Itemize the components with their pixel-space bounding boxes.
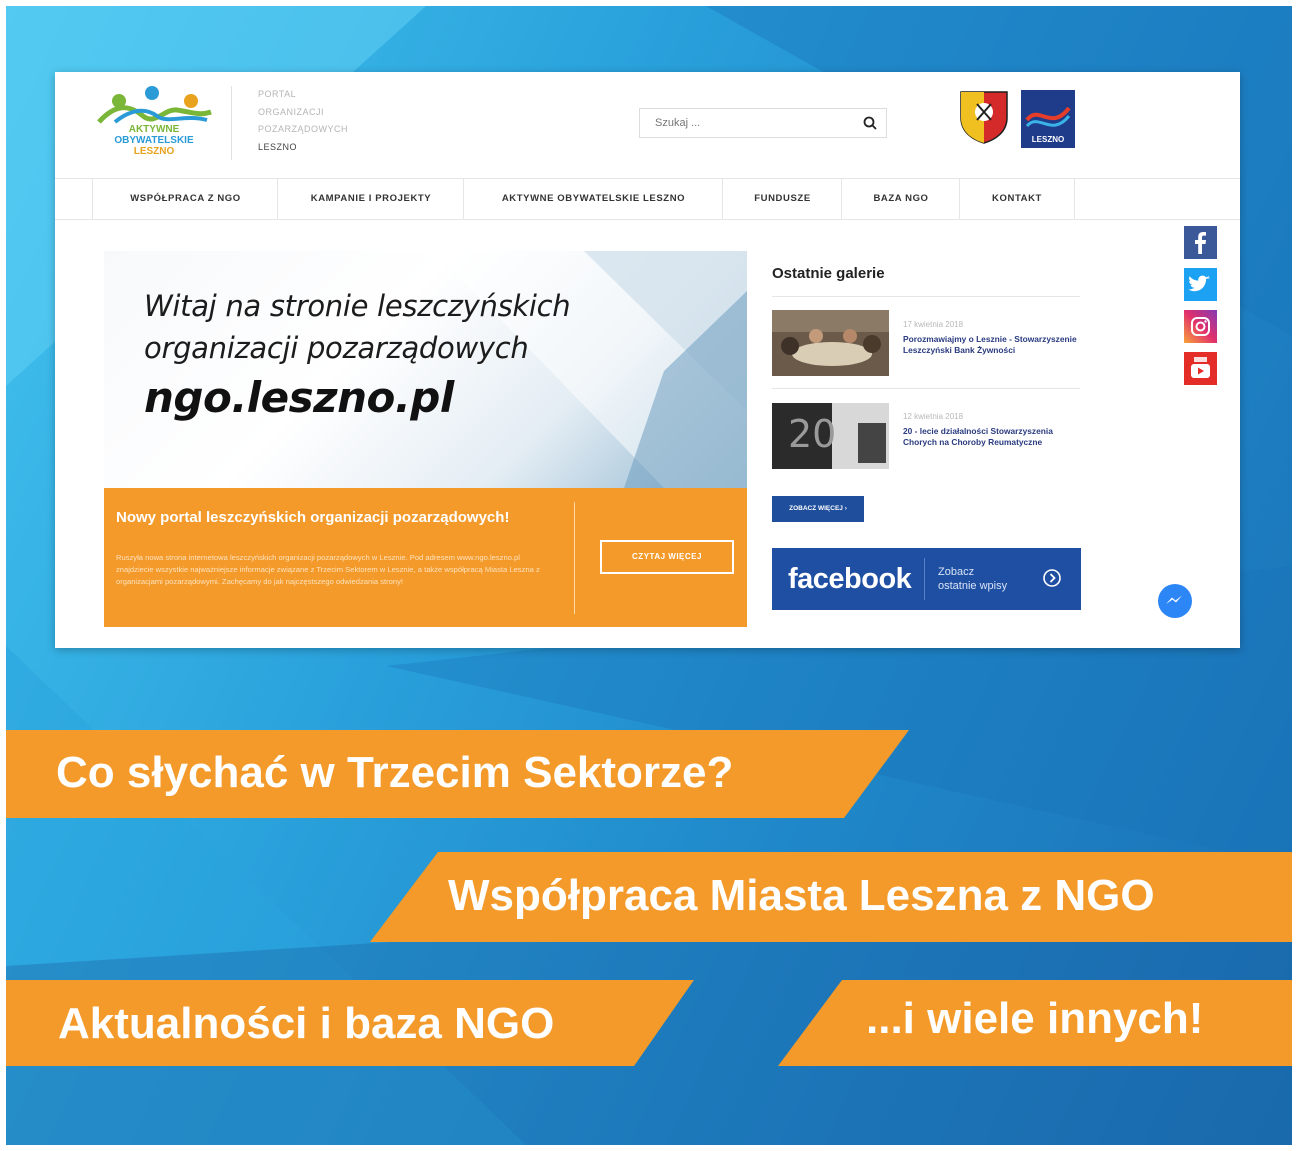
search-input[interactable] bbox=[640, 109, 850, 137]
twitter-icon[interactable] bbox=[1184, 268, 1217, 301]
circle-arrow-icon bbox=[1043, 569, 1061, 587]
gallery-thumb-number: 20 bbox=[788, 412, 836, 456]
nav-item-kontakt[interactable]: KONTAKT bbox=[959, 179, 1075, 219]
hero-line-1: Witaj na stronie leszczyńskich bbox=[144, 289, 571, 323]
instagram-icon[interactable] bbox=[1184, 310, 1217, 343]
facebook-banner[interactable]: facebook Zobacz ostatnie wpisy bbox=[772, 548, 1081, 610]
promo-box: Nowy portal leszczyńskich organizacji po… bbox=[104, 488, 747, 627]
banner-text-3: Aktualności i baza NGO bbox=[58, 999, 555, 1048]
promo-body: Ruszyła nowa strona internetowa leszczyń… bbox=[116, 553, 540, 586]
promo-divider bbox=[574, 502, 575, 614]
leszno-logo-text: LESZNO bbox=[1032, 135, 1064, 144]
facebook-wordmark: facebook bbox=[788, 563, 912, 595]
logo-line-1: AKTYWNE bbox=[128, 124, 180, 135]
nav-item-aktywne[interactable]: AKTYWNE OBYWATELSKIE LESZNO bbox=[463, 179, 723, 219]
banner-text-2: Współpraca Miasta Leszna z NGO bbox=[448, 871, 1155, 920]
chevron-right-icon: › bbox=[844, 505, 847, 512]
logo-line-3: LESZNO bbox=[133, 146, 175, 157]
gallery-photo-2: 20 bbox=[772, 403, 889, 469]
gallery-photo-1 bbox=[772, 310, 889, 376]
banner-wiele-innych: ...i wiele innych! bbox=[778, 980, 1292, 1066]
see-more-label: ZOBACZ WIĘCEJ bbox=[789, 505, 843, 512]
facebook-divider bbox=[924, 558, 925, 600]
search-box bbox=[639, 108, 887, 138]
leszno-wave-icon: LESZNO bbox=[1025, 106, 1071, 144]
portal-line-2: ORGANIZACJI bbox=[258, 106, 325, 117]
portal-title: PORTAL ORGANIZACJI POZARZĄDOWYCH LESZNO bbox=[231, 86, 368, 160]
galleries-title: Ostatnie galerie bbox=[772, 265, 885, 282]
facebook-sub-1: Zobacz bbox=[938, 566, 975, 578]
search-icon[interactable] bbox=[862, 115, 878, 131]
hero-banner[interactable]: Witaj na stronie leszczyńskich organizac… bbox=[104, 251, 747, 488]
gallery-caption-1[interactable]: Porozmawiajmy o Lesznie - Stowarzyszenie… bbox=[903, 334, 1083, 356]
portal-line-1: PORTAL bbox=[258, 89, 297, 99]
gallery-date-1: 17 kwietnia 2018 bbox=[903, 320, 964, 329]
galleries-divider bbox=[772, 296, 1080, 297]
hero-domain: ngo.leszno.pl bbox=[144, 373, 454, 422]
leszno-crest-icon[interactable] bbox=[957, 88, 1011, 144]
nav-item-fundusze[interactable]: FUNDUSZE bbox=[722, 179, 842, 219]
banner-aktualnosci: Aktualności i baza NGO bbox=[6, 980, 694, 1066]
facebook-subtitle: Zobacz ostatnie wpisy bbox=[938, 565, 1038, 593]
gallery-thumb-2[interactable]: 20 bbox=[772, 403, 889, 469]
portal-city: LESZNO bbox=[258, 141, 298, 152]
nav-item-wspolpraca[interactable]: WSPÓŁPRACA Z NGO bbox=[92, 179, 278, 219]
website-screenshot: AKTYWNE OBYWATELSKIE LESZNO PORTAL ORGAN… bbox=[55, 72, 1240, 648]
banner-trzeci-sektor: Co słychać w Trzecim Sektorze? bbox=[6, 730, 909, 818]
facebook-icon[interactable] bbox=[1184, 226, 1217, 259]
gallery-thumb-1[interactable] bbox=[772, 310, 889, 376]
gallery-date-2: 12 kwietnia 2018 bbox=[903, 412, 964, 421]
banner-text-1: Co słychać w Trzecim Sektorze? bbox=[56, 748, 734, 797]
leszno-city-logo[interactable]: LESZNO bbox=[1021, 90, 1075, 148]
banner-wspolpraca: Współpraca Miasta Leszna z NGO bbox=[370, 852, 1292, 942]
portal-line-3: POZARZĄDOWYCH bbox=[258, 124, 349, 134]
logo-text: AKTYWNE OBYWATELSKIE LESZNO bbox=[99, 124, 209, 157]
promo-title: Nowy portal leszczyńskich organizacji po… bbox=[116, 509, 510, 526]
nav-item-baza-ngo[interactable]: BAZA NGO bbox=[841, 179, 960, 219]
gallery-caption-2[interactable]: 20 - lecie działalności Stowarzyszenia C… bbox=[903, 426, 1083, 448]
youtube-icon[interactable] bbox=[1184, 352, 1217, 385]
nav-item-kampanie[interactable]: KAMPANIE I PROJEKTY bbox=[277, 179, 464, 219]
see-more-galleries-button[interactable]: ZOBACZ WIĘCEJ › bbox=[772, 496, 864, 522]
messenger-icon[interactable] bbox=[1156, 582, 1194, 620]
hero-line-2: organizacji pozarządowych bbox=[144, 331, 529, 365]
banner-text-4: ...i wiele innych! bbox=[866, 994, 1204, 1043]
galleries-divider-2 bbox=[772, 388, 1080, 389]
read-more-button[interactable]: CZYTAJ WIĘCEJ bbox=[600, 540, 734, 574]
facebook-sub-2: ostatnie wpisy bbox=[938, 580, 1008, 592]
hero-heading: Witaj na stronie leszczyńskich organizac… bbox=[144, 285, 571, 369]
logo-line-2: OBYWATELSKIE bbox=[114, 135, 194, 146]
main-nav: WSPÓŁPRACA Z NGO KAMPANIE I PROJEKTY AKT… bbox=[55, 178, 1240, 220]
